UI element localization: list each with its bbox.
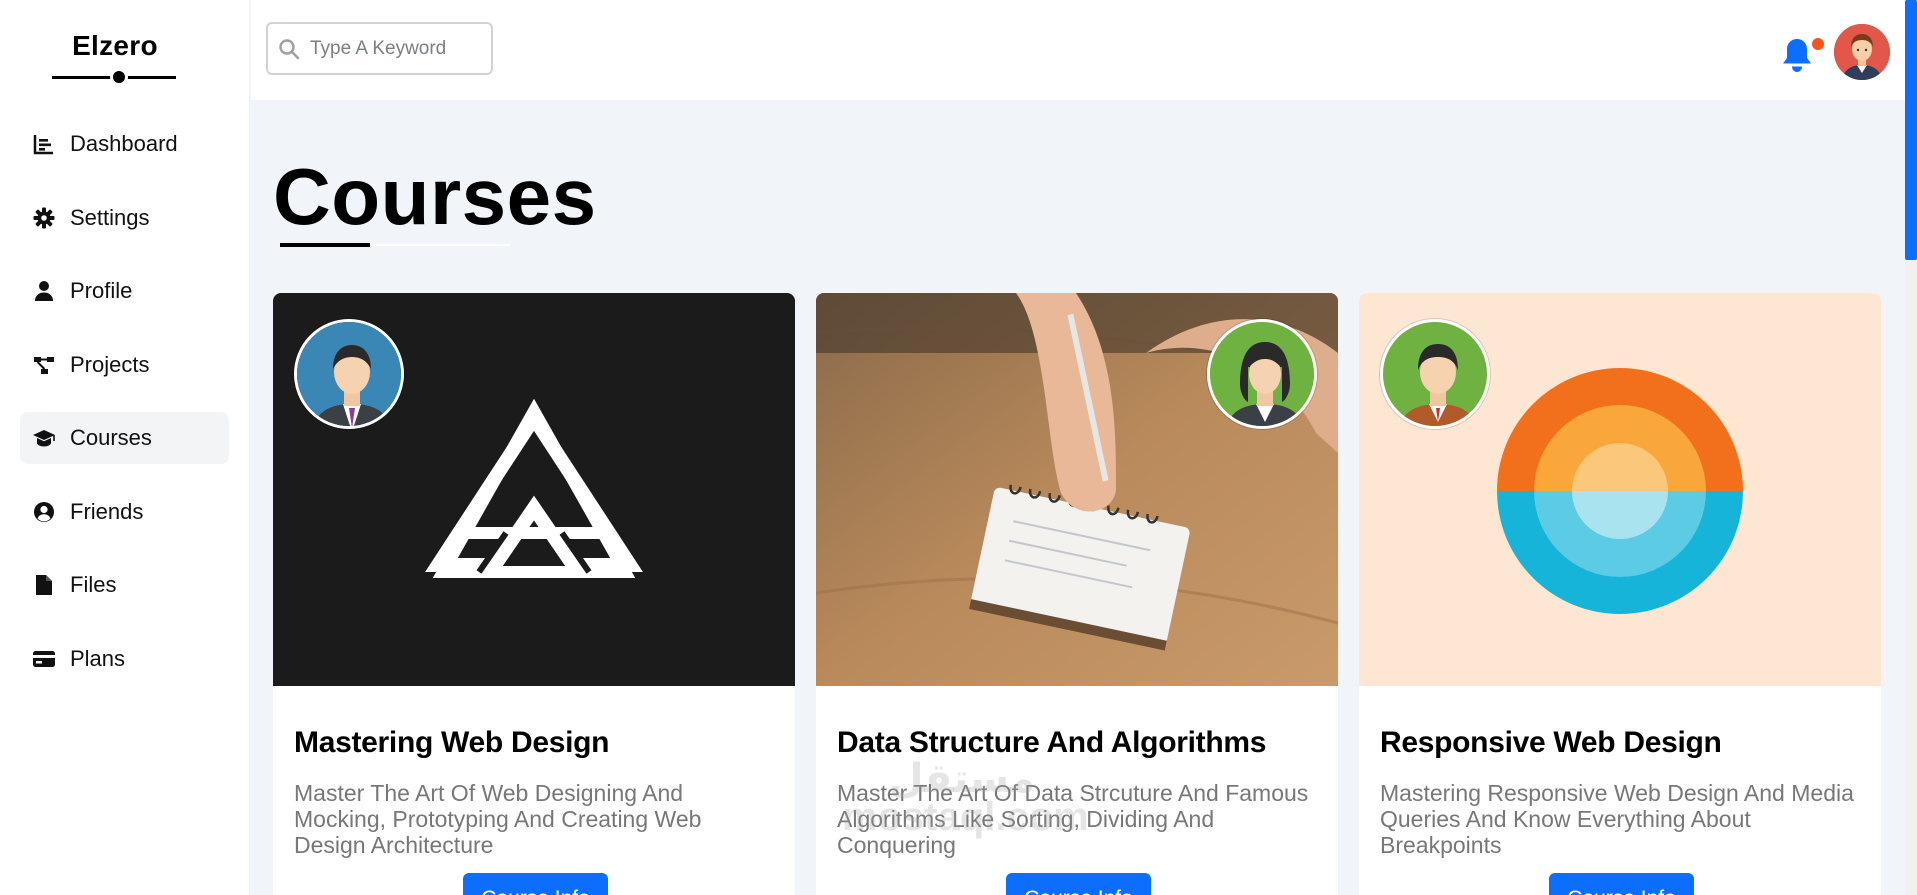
course-title: Data Structure And Algorithms xyxy=(837,726,1267,759)
search-input[interactable] xyxy=(310,37,480,60)
gear-icon xyxy=(32,206,56,230)
sidebar-item-settings[interactable]: Settings xyxy=(20,192,229,244)
sidebar-item-label: Courses xyxy=(70,425,152,450)
course-description: Mastering Responsive Web Design And Medi… xyxy=(1380,780,1854,858)
course-image xyxy=(1359,293,1881,686)
course-title: Mastering Web Design xyxy=(294,726,610,759)
sidebar-item-files[interactable]: Files xyxy=(20,559,229,611)
course-title: Responsive Web Design xyxy=(1380,726,1722,759)
sidebar-item-label: Projects xyxy=(70,351,150,377)
sidebar-item-plans[interactable]: Plans xyxy=(20,633,229,685)
brand-logo-text[interactable]: Elzero xyxy=(50,30,180,62)
file-icon xyxy=(32,573,56,597)
sidebar-item-label: Files xyxy=(70,572,117,597)
instructor-avatar xyxy=(294,319,404,429)
course-card: Responsive Web Design Mastering Responsi… xyxy=(1359,293,1881,895)
sidebar-item-label: Friends xyxy=(70,498,144,524)
scrollbar-thumb[interactable] xyxy=(1905,0,1917,260)
credit-card-icon xyxy=(32,647,56,671)
sidebar-item-label: Settings xyxy=(70,204,150,230)
sidebar-item-label: Plans xyxy=(70,645,126,671)
instructor-avatar xyxy=(1380,319,1490,429)
bell-icon[interactable] xyxy=(1779,36,1815,76)
circle-user-icon xyxy=(32,500,56,524)
sidebar-item-label: Profile xyxy=(70,278,133,303)
search-icon xyxy=(278,38,300,60)
sidebar: Elzero Dashboard Settings Profile Projec… xyxy=(0,0,250,895)
course-info-button[interactable]: Course Info xyxy=(1549,873,1694,895)
course-description: Master The Art Of Web Designing And Mock… xyxy=(294,780,702,858)
search-box[interactable] xyxy=(266,22,493,75)
sidebar-item-label: Dashboard xyxy=(70,131,178,156)
course-card: Data Structure And Algorithms Master The… xyxy=(816,293,1338,895)
sidebar-item-profile[interactable]: Profile xyxy=(20,265,229,317)
course-card: Mastering Web Design Master The Art Of W… xyxy=(273,293,795,895)
course-description: Master The Art Of Data Strcuture And Fam… xyxy=(837,780,1309,858)
user-avatar[interactable] xyxy=(1834,24,1890,80)
notification-dot xyxy=(1812,38,1824,50)
course-image xyxy=(273,293,795,686)
sidebar-nav: Dashboard Settings Profile Projects Cour… xyxy=(20,118,229,706)
course-info-button[interactable]: Course Info xyxy=(1006,873,1151,895)
user-icon xyxy=(32,279,56,303)
page-title: Courses xyxy=(273,152,597,241)
course-info-button[interactable]: Course Info xyxy=(463,873,608,895)
course-image xyxy=(816,293,1338,686)
sidebar-item-projects[interactable]: Projects xyxy=(20,339,229,391)
app-root: Elzero Dashboard Settings Profile Projec… xyxy=(0,0,1917,895)
sidebar-item-friends[interactable]: Friends xyxy=(20,486,229,538)
instructor-avatar xyxy=(1207,319,1317,429)
diagram-project-icon xyxy=(32,353,56,377)
title-underline-accent xyxy=(280,243,370,247)
graduation-cap-icon xyxy=(32,426,56,450)
sidebar-item-courses[interactable]: Courses xyxy=(20,412,229,464)
brand-dot xyxy=(110,68,128,86)
sidebar-item-dashboard[interactable]: Dashboard xyxy=(20,118,229,170)
chart-bar-icon xyxy=(32,132,56,156)
top-header xyxy=(251,0,1905,100)
